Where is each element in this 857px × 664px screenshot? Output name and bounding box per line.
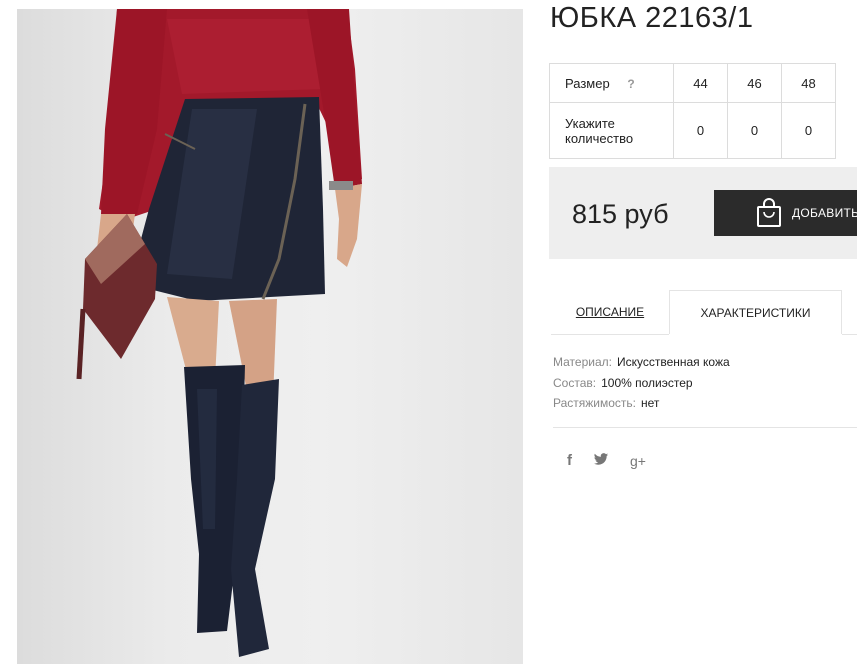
tab-characteristics[interactable]: ХАРАКТЕРИСТИКИ — [669, 290, 842, 334]
specs-list: Материал: Искусственная кожа Состав: 100% … — [553, 352, 730, 414]
spec-row-material: Материал: Искусственная кожа — [553, 352, 730, 373]
size-46: 46 — [727, 63, 782, 103]
size-table: Размер ? 44 46 48 Укажите количество 0 0… — [549, 63, 836, 159]
quantity-label-line1: Укажите — [565, 115, 615, 131]
quantity-input-46[interactable]: 0 — [727, 102, 782, 159]
size-label-cell: Размер ? — [549, 63, 674, 103]
product-photo[interactable] — [17, 9, 523, 664]
size-48: 48 — [781, 63, 836, 103]
social-share: f g+ — [567, 452, 646, 469]
spec-key: Состав: — [553, 375, 597, 390]
add-to-cart-button[interactable]: ДОБАВИТЬ — [714, 190, 857, 236]
size-label: Размер — [565, 75, 610, 91]
spec-value: Искусственная кожа — [616, 355, 730, 369]
quantity-input-48[interactable]: 0 — [781, 102, 836, 159]
product-title: ЮБКА 22163/1 — [550, 2, 754, 34]
spec-row-stretch: Растяжимость: нет — [553, 393, 730, 414]
spec-value: нет — [641, 396, 660, 410]
tab-description[interactable]: ОПИСАНИЕ — [551, 290, 669, 335]
product-tabs: ОПИСАНИЕ ХАРАКТЕРИСТИКИ — [551, 290, 857, 335]
shopping-bag-icon — [756, 198, 782, 228]
spec-key: Растяжимость: — [553, 396, 637, 410]
quantity-input-44[interactable]: 0 — [673, 102, 728, 159]
tab-bar-filler — [842, 290, 857, 335]
spec-key: Материал: — [553, 355, 612, 369]
help-icon[interactable]: ? — [627, 77, 634, 91]
quantity-label-line2: количество — [565, 130, 634, 146]
price: 815 руб — [572, 199, 669, 229]
quantity-label-cell: Укажите количество — [549, 102, 674, 159]
google-plus-icon[interactable]: g+ — [630, 453, 646, 469]
facebook-icon[interactable]: f — [567, 452, 572, 469]
price-box: 815 руб ДОБАВИТЬ — [549, 167, 857, 259]
spec-row-composition: Состав: 100% полиэстер — [553, 373, 730, 394]
divider — [553, 427, 857, 428]
add-to-cart-label: ДОБАВИТЬ — [792, 206, 857, 220]
size-44: 44 — [673, 63, 728, 103]
spec-value: 100% полиэстер — [601, 375, 693, 390]
twitter-icon[interactable] — [593, 452, 609, 469]
